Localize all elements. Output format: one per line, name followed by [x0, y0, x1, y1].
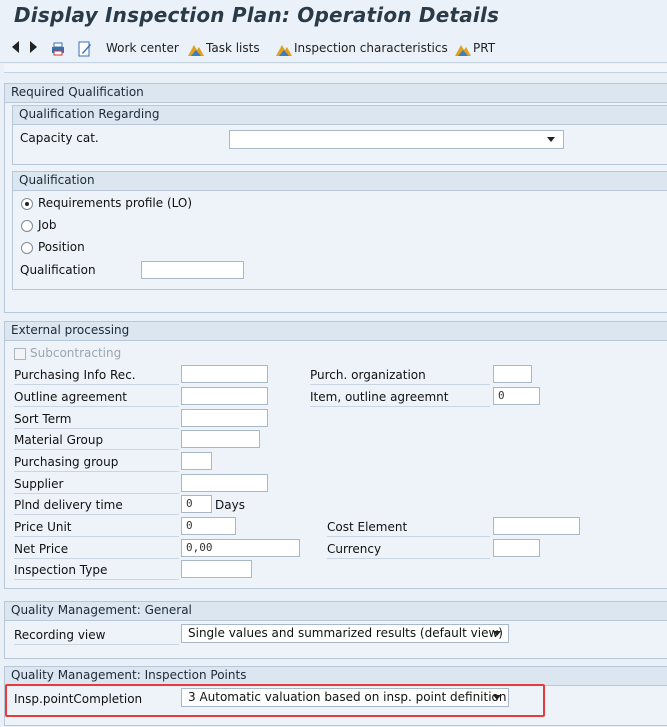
divider	[14, 558, 179, 559]
radio-label: Job	[38, 218, 57, 232]
plnd-delivery-time-label: Plnd delivery time	[14, 498, 123, 512]
plnd-delivery-time-field[interactable]: 0	[181, 495, 212, 513]
radio-label: Position	[38, 240, 85, 254]
inspection-characteristics-label: Inspection characteristics	[294, 41, 448, 55]
mountain-icon	[276, 44, 292, 56]
prt-button[interactable]: PRT	[455, 39, 495, 57]
item-outline-label: Item, outline agreemnt	[310, 390, 449, 404]
divider	[14, 644, 179, 645]
highlight-box	[5, 684, 545, 717]
inspection-type-field[interactable]	[181, 560, 252, 578]
capacity-cat-dropdown[interactable]	[229, 130, 564, 149]
purch-info-rec-label: Purchasing Info Rec.	[14, 368, 136, 382]
subcontracting-checkbox[interactable]	[14, 348, 26, 360]
back-arrow-icon[interactable]	[12, 41, 19, 53]
qualification-label: Qualification	[20, 263, 96, 277]
group-title: Required Qualification	[5, 84, 667, 103]
currency-label: Currency	[327, 542, 382, 556]
document-edit-icon	[78, 41, 91, 56]
qualification-regarding-group: Qualification Regarding Capacity cat.	[12, 105, 667, 165]
header-strip	[4, 64, 667, 73]
net-price-label: Net Price	[14, 542, 69, 556]
radio-requirements-profile[interactable]	[21, 198, 33, 210]
sort-term-field[interactable]	[181, 409, 268, 427]
work-center-button[interactable]: Work center	[106, 39, 179, 57]
external-processing-group: External processing Subcontracting Purch…	[4, 321, 667, 589]
divider	[14, 536, 179, 537]
outline-agreement-label: Outline agreement	[14, 390, 128, 404]
recording-view-value: Single values and summarized results (de…	[188, 626, 503, 640]
group-title: Qualification Regarding	[13, 106, 667, 125]
subcontracting-label: Subcontracting	[30, 346, 122, 360]
cost-element-field[interactable]	[493, 517, 580, 535]
inspection-type-label: Inspection Type	[14, 563, 108, 577]
work-center-label: Work center	[106, 41, 179, 55]
cost-element-label: Cost Element	[327, 520, 408, 534]
divider	[310, 406, 490, 407]
recording-view-dropdown[interactable]: Single values and summarized results (de…	[181, 624, 509, 643]
purch-info-rec-field[interactable]	[181, 365, 268, 383]
radio-label: Requirements profile (LO)	[38, 196, 193, 210]
price-unit-label: Price Unit	[14, 520, 72, 534]
price-unit-field[interactable]: 0	[181, 517, 236, 535]
page-title: Display Inspection Plan: Operation Detai…	[14, 3, 500, 27]
print-button[interactable]	[50, 39, 68, 57]
group-title: Qualification	[13, 172, 667, 191]
toolbar: Work center Task lists Inspection charac…	[0, 34, 667, 63]
supplier-label: Supplier	[14, 477, 64, 491]
divider	[14, 493, 179, 494]
radio-position[interactable]	[21, 242, 33, 254]
prt-label: PRT	[473, 41, 496, 55]
net-price-field[interactable]: 0,00	[181, 539, 300, 557]
divider	[310, 384, 490, 385]
material-group-label: Material Group	[14, 433, 104, 447]
purchasing-group-field[interactable]	[181, 452, 212, 470]
divider	[14, 449, 179, 450]
purch-org-label: Purch. organization	[310, 368, 426, 382]
divider	[14, 384, 179, 385]
days-label: Days	[215, 498, 245, 512]
divider	[14, 471, 179, 472]
recording-view-label: Recording view	[14, 628, 106, 642]
divider	[14, 514, 179, 515]
outline-agreement-field[interactable]	[181, 387, 268, 405]
edit-button[interactable]	[78, 39, 94, 57]
capacity-cat-label: Capacity cat.	[20, 131, 99, 145]
chevron-down-icon	[547, 137, 555, 142]
mountain-icon	[455, 44, 471, 56]
chevron-down-icon	[493, 631, 501, 636]
purch-org-field[interactable]	[493, 365, 532, 383]
item-outline-field[interactable]: 0	[493, 387, 540, 405]
divider	[14, 428, 179, 429]
divider	[14, 406, 179, 407]
task-lists-button[interactable]: Task lists	[188, 39, 260, 57]
radio-job[interactable]	[21, 220, 33, 232]
sort-term-label: Sort Term	[14, 412, 72, 426]
group-title: Quality Management: General	[5, 602, 667, 621]
group-title: External processing	[5, 322, 667, 341]
title-bar: Display Inspection Plan: Operation Detai…	[0, 0, 667, 34]
material-group-field[interactable]	[181, 430, 260, 448]
divider	[14, 579, 179, 580]
divider	[327, 558, 490, 559]
forward-arrow-icon[interactable]	[30, 41, 37, 53]
mountain-icon	[188, 44, 204, 56]
purchasing-group-label: Purchasing group	[14, 455, 119, 469]
qualification-field[interactable]	[141, 261, 244, 279]
task-lists-label: Task lists	[206, 41, 260, 55]
divider	[327, 536, 490, 537]
qm-general-group: Quality Management: General Recording vi…	[4, 601, 667, 659]
qualification-group: Qualification Requirements profile (LO) …	[12, 171, 667, 290]
supplier-field[interactable]	[181, 474, 268, 492]
inspection-characteristics-button[interactable]: Inspection characteristics	[276, 39, 448, 57]
printer-icon	[52, 42, 64, 55]
required-qualification-group: Required Qualification Qualification Reg…	[4, 83, 667, 313]
currency-field[interactable]	[493, 539, 540, 557]
